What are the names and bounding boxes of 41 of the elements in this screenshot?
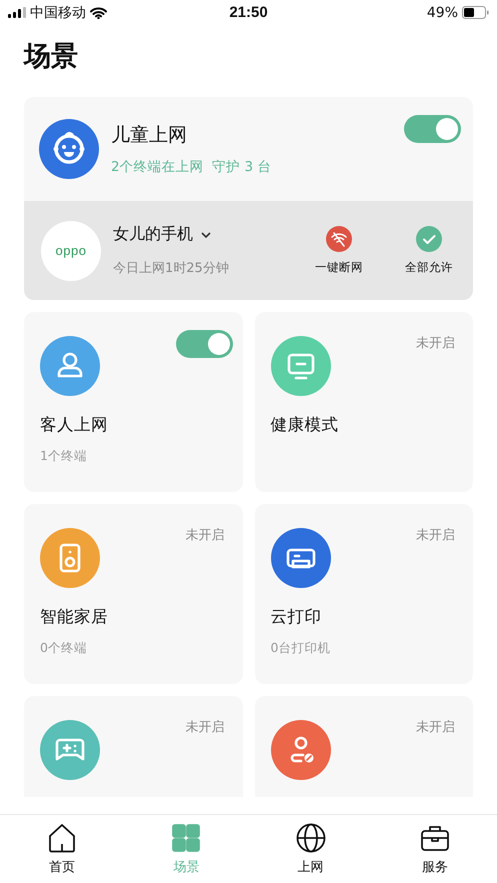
scene-title: 儿童上网 (111, 123, 188, 148)
tab-item[interactable]: 服务 (372, 815, 497, 883)
toggle-switch[interactable] (176, 330, 232, 358)
featured-scene-card[interactable]: 儿童上网 2个终端在上网 守护 3 台 oppo 女儿的手机 今日上网1时25分钟 一键断网 全部允许 (24, 97, 473, 300)
signal-icon (8, 7, 26, 18)
tab-item[interactable]: 首页 (0, 815, 124, 883)
scene-card[interactable]: 客人上网 1个终端 (24, 312, 242, 492)
home-icon (47, 823, 78, 853)
scene-title: 智能家居 (40, 606, 109, 628)
scene-detail: 0个终端 (40, 640, 88, 657)
scene-card[interactable]: 未开启 健康模式 (254, 312, 473, 492)
scene-detail: 1个终端 (40, 448, 88, 465)
scene-title: 云打印 (270, 606, 322, 628)
tab-item[interactable]: 上网 (248, 815, 373, 883)
status-label: 未开启 (416, 335, 455, 352)
usage-time: 今日上网1时25分钟 (113, 260, 230, 277)
device-name[interactable]: 女儿的手机 (113, 224, 193, 245)
chevron-down-icon[interactable] (201, 232, 211, 238)
clock-time: 21:50 (229, 4, 268, 21)
status-label: 未开启 (186, 719, 224, 736)
battery-percent: 49% (426, 4, 458, 20)
page-title: 场景 (24, 40, 79, 74)
wifi-icon (90, 6, 107, 18)
action-button[interactable]: 一键断网 (305, 226, 373, 275)
scene-title: 客人上网 (40, 414, 109, 436)
toggle-switch[interactable] (404, 115, 461, 143)
scene-title: 健康模式 (270, 414, 340, 436)
action-button[interactable]: 全部允许 (395, 226, 463, 275)
status-label: 未开启 (416, 527, 455, 544)
scene-card[interactable]: 未开启 云打印 0台打印机 (254, 504, 473, 684)
grid-icon (171, 823, 202, 853)
status-label: 未开启 (186, 527, 224, 544)
scene-summary: 2个终端在上网 守护 3 台 (111, 158, 272, 176)
battery-icon (462, 6, 489, 19)
briefcase-icon (420, 823, 450, 853)
phone-brand-logo: oppo (41, 220, 101, 280)
carrier-name: 中国移动 (30, 4, 86, 22)
scene-detail: 0台打印机 (270, 640, 332, 657)
scene-card[interactable]: 未开启 智能家居 0个终端 (24, 504, 242, 684)
status-label: 未开启 (416, 719, 455, 736)
globe-icon (296, 823, 326, 853)
